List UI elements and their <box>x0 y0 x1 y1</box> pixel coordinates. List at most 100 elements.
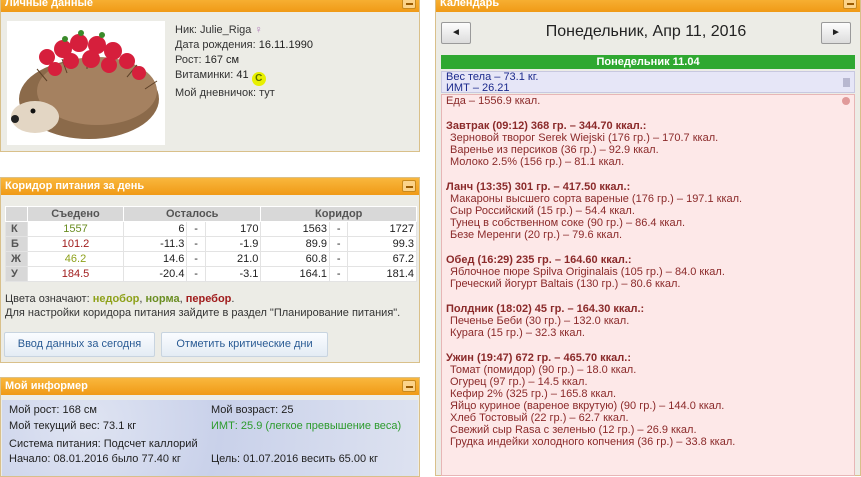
corridor-note: Для настройки коридора питания зайдите в… <box>5 307 401 319</box>
corridor-col-corridor: Коридор <box>260 206 417 222</box>
corridor-max-value: 1727 <box>347 221 417 237</box>
meal-item: Печенье Беби (30 гр.) – 132.0 ккал. <box>450 315 630 327</box>
next-day-button[interactable]: ► <box>821 22 851 44</box>
collapse-icon[interactable] <box>402 380 416 392</box>
birth-label: Дата рождения: <box>175 39 256 51</box>
collapse-icon[interactable] <box>843 0 857 9</box>
corridor-row: Ж 46.2 14.6-21.0 60.8-67.2 <box>5 251 417 267</box>
edit-weight-icon[interactable] <box>843 78 850 87</box>
body-bmi: ИМТ – 26.21 <box>446 82 510 94</box>
row-label: Б <box>5 236 28 252</box>
eaten-value: 101.2 <box>27 236 124 252</box>
corridor-table: Съедено Осталось Коридор К 1557 6-170 1563-… <box>5 206 417 282</box>
left-min-value: 6 <box>122 221 188 237</box>
meal-heading[interactable]: Полдник (18:02) 45 гр. – 164.30 ккал.: <box>446 303 850 315</box>
legend-over: перебор <box>185 293 232 305</box>
informer-start: Начало: 08.01.2016 было 77.40 кг <box>9 453 181 465</box>
corridor-min-value: 1563 <box>260 221 331 237</box>
row-label: Ж <box>5 251 28 267</box>
meal-item: Хлеб Тостовый (22 гр.) – 62.7 ккал. <box>450 412 629 424</box>
height-value: 167 см <box>204 54 240 66</box>
informer-body: Мой рост: 168 см Мой возраст: 25 Мой тек… <box>2 400 418 476</box>
informer-height: Мой рост: 168 см <box>9 404 97 416</box>
dash: - <box>186 251 206 267</box>
corridor-min-value: 89.9 <box>260 236 331 252</box>
corridor-col-left: Осталось <box>122 206 262 222</box>
dash: - <box>329 251 349 267</box>
dash: - <box>186 221 206 237</box>
dash: - <box>329 221 349 237</box>
informer-panel: Мой информер Мой рост: 168 см Мой возрас… <box>0 377 420 477</box>
personal-info: Ник: Julie_Riga ♀ Дата рождения: 16.11.1… <box>175 23 313 101</box>
personal-panel: Личные данные Ник: Julie_Riga ♀ Дата рож… <box>0 0 420 152</box>
left-min-value: -11.3 <box>122 236 188 252</box>
corridor-header: Коридор питания за день <box>1 178 419 195</box>
meal-item: Молоко 2.5% (156 гр.) – 81.1 ккал. <box>450 156 625 168</box>
day-bar: Понедельник 11.04 <box>441 55 855 69</box>
calendar-header: Календарь <box>436 0 860 12</box>
meals-list: Завтрак (09:12) 368 гр. – 344.70 ккал.: З… <box>446 120 850 448</box>
informer-goal: Цель: 01.07.2016 весить 65.00 кг <box>211 453 378 465</box>
calendar-title: Календарь <box>440 0 500 9</box>
meal-heading[interactable]: Ланч (13:35) 301 гр. – 417.50 ккал.: <box>446 181 850 193</box>
personal-header: Личные данные <box>1 0 419 12</box>
collapse-icon[interactable] <box>402 0 416 9</box>
birth-value: 16.11.1990 <box>258 39 313 51</box>
calendar-date: Понедельник, Апр 11, 2016 <box>545 23 747 40</box>
left-max-value: -1.9 <box>204 236 262 252</box>
meal-heading[interactable]: Завтрак (09:12) 368 гр. – 344.70 ккал.: <box>446 120 850 132</box>
dash: - <box>329 266 349 282</box>
corridor-min-value: 164.1 <box>260 266 331 282</box>
informer-system: Система питания: Подсчет каллорий <box>9 438 198 450</box>
informer-weight: Мой текущий вес: 73.1 кг <box>9 420 137 432</box>
corridor-max-value: 67.2 <box>347 251 417 267</box>
meal-heading[interactable]: Обед (16:29) 235 гр. – 164.60 ккал.: <box>446 254 850 266</box>
avatar <box>7 21 165 145</box>
corridor-row: К 1557 6-170 1563-1727 <box>5 221 417 237</box>
meal-item: Яблочное пюре Spilva Originalais (105 гр… <box>450 266 725 278</box>
dash: - <box>329 236 349 252</box>
prev-day-button[interactable]: ◄ <box>441 22 471 44</box>
weight-box: Вес тела – 73.1 кг. ИМТ – 26.21 <box>441 71 855 94</box>
vitamins-label: Витаминки: <box>175 69 234 81</box>
colors-legend: Цвета означают: недобор, норма, перебор. <box>5 293 235 305</box>
row-label: К <box>5 221 28 237</box>
legend-under: недобор <box>92 293 140 305</box>
corridor-col-empty <box>5 206 28 222</box>
meal-heading[interactable]: Ужин (19:47) 672 гр. – 465.70 ккал.: <box>446 352 850 364</box>
meal-item: Огурец (97 гр.) – 14.5 ккал. <box>450 376 588 388</box>
left-max-value: 170 <box>204 221 262 237</box>
eaten-value: 1557 <box>27 221 124 237</box>
corridor-min-value: 60.8 <box>260 251 331 267</box>
add-food-icon[interactable] <box>842 97 850 105</box>
left-max-value: -3.1 <box>204 266 262 282</box>
diary-label: Мой дневничок: <box>175 87 256 99</box>
meal-item: Тунец в собственном соке (90 гр.) – 86.4… <box>450 217 686 229</box>
corridor-max-value: 99.3 <box>347 236 417 252</box>
meal-item: Кефир 2% (325 гр.) – 165.8 ккал. <box>450 388 617 400</box>
height-label: Рост: <box>175 54 202 66</box>
dash: - <box>186 266 206 282</box>
meal-item: Сыр Российский (15 гр.) – 54.4 ккал. <box>450 205 635 217</box>
diary-link[interactable]: тут <box>259 87 275 99</box>
left-min-value: 14.6 <box>122 251 188 267</box>
nick-label: Ник: <box>175 24 197 36</box>
personal-title: Личные данные <box>5 0 93 9</box>
eaten-value: 184.5 <box>27 266 124 282</box>
meal-item: Безе Меренги (20 гр.) – 79.6 ккал. <box>450 229 623 241</box>
informer-bmi: ИМТ: 25.9 (легкое превышение веса) <box>211 420 402 432</box>
meal-item: Томат (помидор) (90 гр.) – 18.0 ккал. <box>450 364 637 376</box>
collapse-icon[interactable] <box>402 180 416 192</box>
female-icon: ♀ <box>254 24 263 36</box>
meal-item: Макароны высшего сорта вареные (176 гр.)… <box>450 193 743 205</box>
corridor-title: Коридор питания за день <box>5 180 145 192</box>
mark-critical-days-button[interactable]: Отметить критические дни <box>161 332 328 357</box>
enter-data-button[interactable]: Ввод данных за сегодня <box>4 332 155 357</box>
meal-item: Зерновой творог Serek Wiejski (176 гр.) … <box>450 132 719 144</box>
colors-prefix: Цвета означают: <box>5 293 90 305</box>
nick-link[interactable]: Julie_Riga <box>200 24 251 36</box>
eaten-value: 46.2 <box>27 251 124 267</box>
meal-item: Курага (15 гр.) – 32.3 ккал. <box>450 327 585 339</box>
corridor-row: Б 101.2 -11.3- -1.9 89.9-99.3 <box>5 236 417 252</box>
meals-box: Еда – 1556.9 ккал. Завтрак (09:12) 368 г… <box>441 94 855 476</box>
